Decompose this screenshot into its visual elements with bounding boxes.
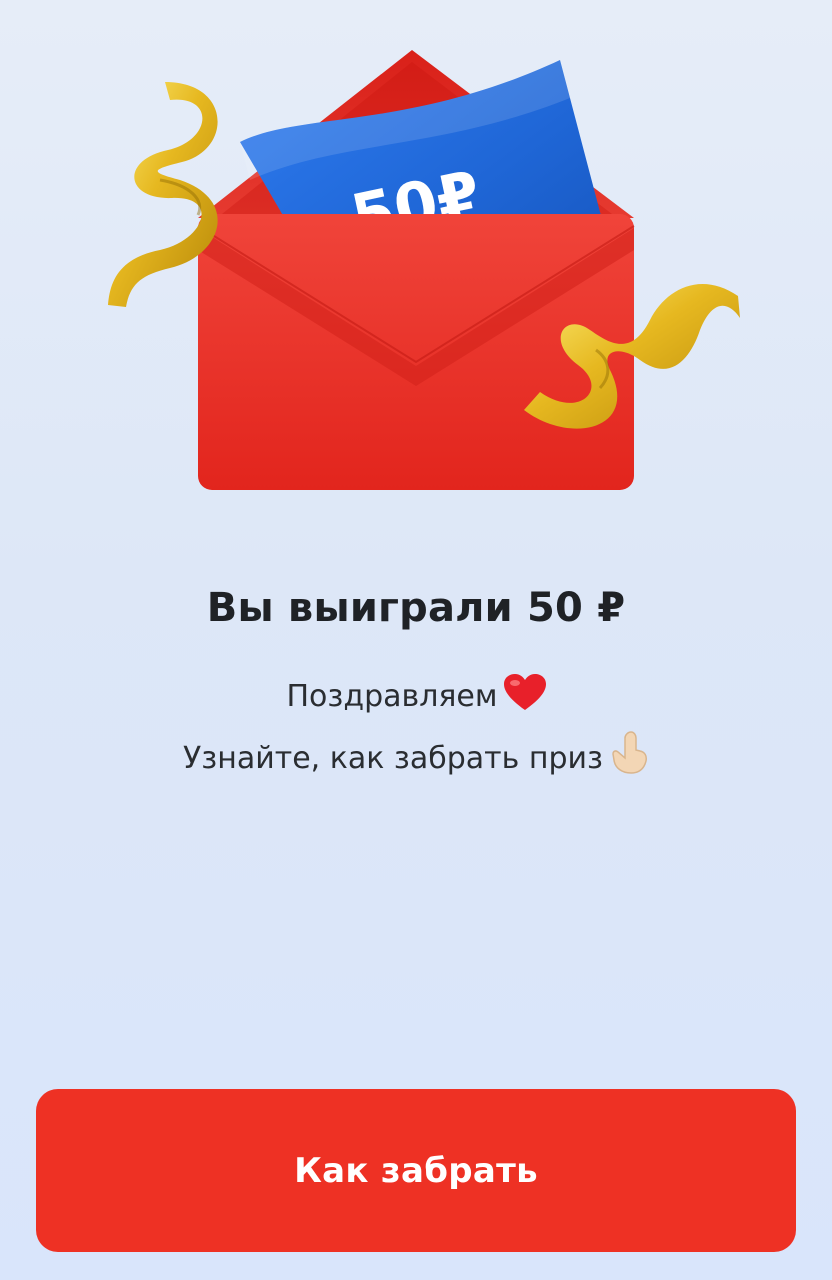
heart-icon [503, 674, 546, 730]
prize-subtitle: Поздравляем Узнайте, как забрать приз [0, 670, 832, 792]
prize-title: Вы выиграли 50 ₽ [206, 585, 626, 631]
subtitle-line-2: Узнайте, как забрать приз [0, 730, 832, 792]
prize-envelope-illustration: 50₽ [0, 0, 832, 520]
subtitle-line-1: Поздравляем [0, 670, 832, 730]
how-to-claim-button[interactable]: Как забрать [36, 1089, 796, 1252]
how-to-claim-label: Как забрать [294, 1150, 538, 1191]
subtitle-congrats: Поздравляем [286, 679, 498, 714]
pointing-hand-icon [609, 730, 649, 792]
subtitle-howto: Узнайте, как забрать приз [183, 741, 603, 776]
